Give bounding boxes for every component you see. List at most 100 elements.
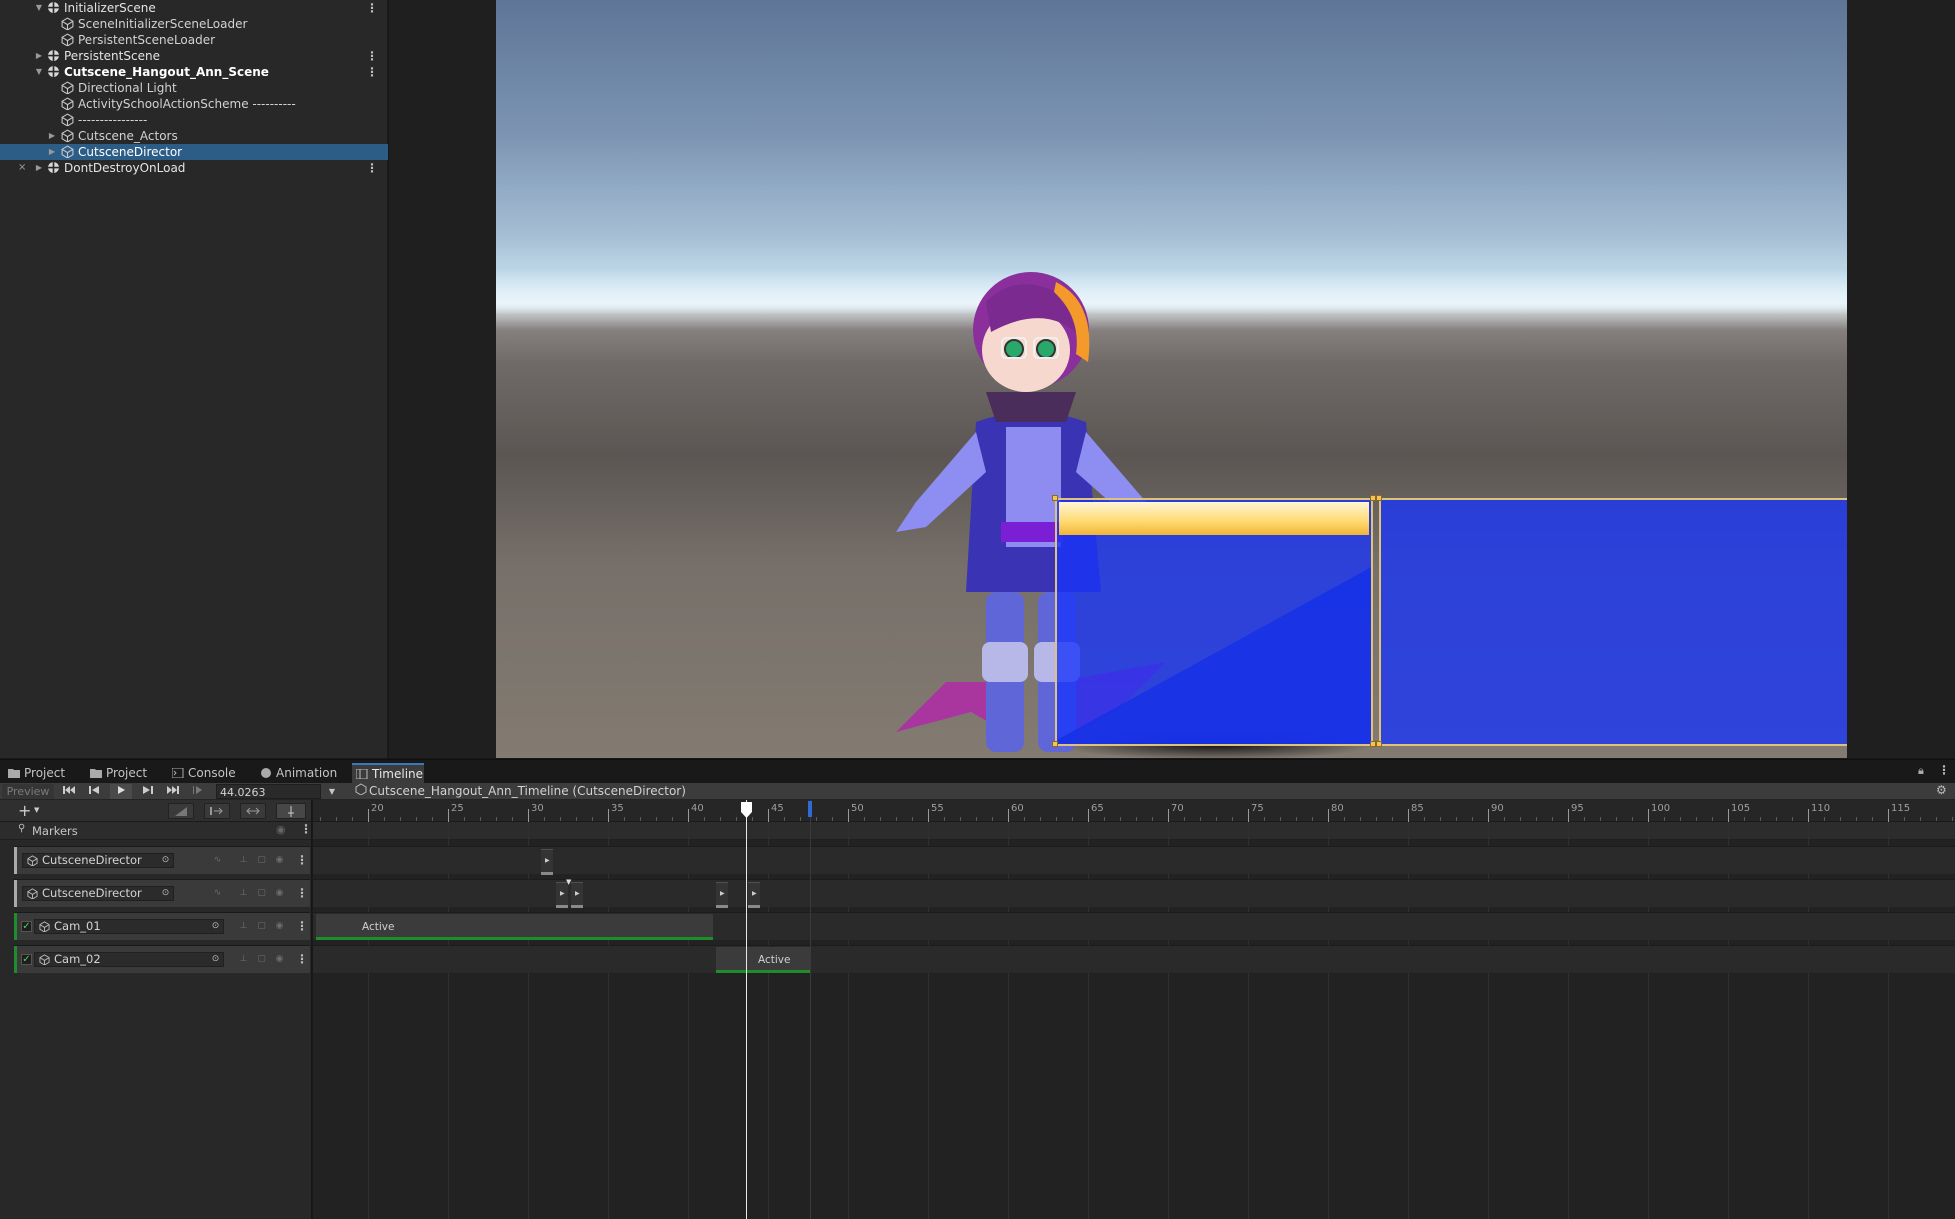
scene-menu-icon[interactable]: ⋮ bbox=[366, 0, 378, 16]
target-icon[interactable]: ⊙ bbox=[210, 954, 221, 965]
track-active-checkbox[interactable]: ✓ bbox=[21, 954, 32, 965]
add-track-button[interactable]: + bbox=[18, 801, 31, 820]
track-header-cutscene-director-2[interactable]: CutsceneDirector ⊙ ∿ ⊥ ▢ ◉ ⋮ bbox=[14, 879, 310, 907]
replace-mode-icon[interactable] bbox=[240, 803, 266, 819]
pin-icon[interactable]: ⊥ bbox=[238, 888, 249, 899]
next-frame-button[interactable] bbox=[138, 784, 156, 799]
tab-project-2[interactable]: Project bbox=[86, 763, 148, 784]
hierarchy-item-[interactable]: ---------------- bbox=[0, 112, 388, 128]
resize-handle[interactable] bbox=[1376, 495, 1382, 501]
pin-icon[interactable]: ⊥ bbox=[238, 921, 249, 932]
control-clip[interactable]: ▶ bbox=[748, 882, 760, 908]
go-to-start-button[interactable] bbox=[60, 784, 78, 799]
track-binding-field[interactable]: Cam_02 bbox=[34, 952, 224, 967]
lock-icon[interactable]: ▢ bbox=[256, 888, 267, 899]
visibility-hidden-icon[interactable]: ⨯ bbox=[18, 160, 26, 176]
preview-button[interactable]: Preview bbox=[2, 784, 54, 799]
ripple-mode-icon[interactable] bbox=[204, 803, 230, 819]
expand-arrow-open-icon[interactable]: ▼ bbox=[34, 0, 44, 16]
hierarchy-item-cutscene-hangout-ann-scene[interactable]: ▼ Cutscene_Hangout_Ann_Scene ⋮ bbox=[0, 64, 388, 80]
markers-menu-icon[interactable]: ⋮ bbox=[300, 822, 312, 836]
track-binding-field[interactable]: CutsceneDirector bbox=[22, 853, 174, 868]
eye-icon[interactable]: ◉ bbox=[274, 855, 285, 866]
lock-icon[interactable]: ▢ bbox=[256, 855, 267, 866]
hierarchy-item-activityschoolactionscheme[interactable]: ActivitySchoolActionScheme ---------- bbox=[0, 96, 388, 112]
eye-icon[interactable]: ◉ bbox=[274, 954, 285, 965]
control-clip[interactable]: ▶ bbox=[541, 849, 553, 875]
control-clip[interactable]: ▶ bbox=[571, 882, 583, 908]
hierarchy-item-persistentscene[interactable]: ▶ PersistentScene ⋮ bbox=[0, 48, 388, 64]
lock-icon[interactable]: ▢ bbox=[256, 954, 267, 965]
track-lane-cam-02[interactable]: Active bbox=[313, 945, 1955, 973]
hierarchy-item-sceneinitializersceneloader[interactable]: SceneInitializerSceneLoader bbox=[0, 16, 388, 32]
hierarchy-item-initializerscene[interactable]: ▼ InitializerScene ⋮ bbox=[0, 0, 388, 16]
pin-icon[interactable]: ⊥ bbox=[238, 954, 249, 965]
pin-icon[interactable] bbox=[276, 803, 306, 819]
playhead-handle[interactable] bbox=[740, 801, 753, 819]
lock-icon[interactable]: ▢ bbox=[256, 921, 267, 932]
time-format-dropdown[interactable]: ▼ bbox=[324, 784, 340, 799]
target-icon[interactable]: ⊙ bbox=[210, 921, 221, 932]
expand-arrow-closed-icon[interactable]: ▶ bbox=[47, 128, 57, 144]
play-button[interactable] bbox=[110, 784, 132, 799]
resize-handle[interactable] bbox=[1052, 495, 1058, 501]
lock-icon[interactable]: 🔒︎ bbox=[1918, 764, 1924, 778]
tab-menu-icon[interactable]: ⋮ bbox=[1938, 763, 1950, 777]
target-icon[interactable]: ⊙ bbox=[160, 855, 171, 866]
tab-console[interactable]: Console bbox=[168, 763, 236, 784]
expand-arrow-closed-icon[interactable]: ▶ bbox=[34, 48, 44, 64]
target-icon[interactable]: ⊙ bbox=[160, 888, 171, 899]
track-menu-icon[interactable]: ⋮ bbox=[296, 854, 308, 866]
snap-toggle-icon[interactable] bbox=[168, 803, 194, 819]
scene-menu-icon[interactable]: ⋮ bbox=[366, 64, 378, 80]
track-lane-cam-01[interactable]: Active bbox=[313, 912, 1955, 940]
chevron-down-icon[interactable]: ▼ bbox=[34, 806, 39, 814]
activation-clip[interactable]: Active bbox=[316, 914, 713, 940]
hierarchy-item-cutscene-actors[interactable]: ▶ Cutscene_Actors bbox=[0, 128, 388, 144]
tab-animation[interactable]: Animation bbox=[256, 763, 338, 784]
timeline-asset-path[interactable]: Cutscene_Hangout_Ann_Timeline (CutsceneD… bbox=[369, 784, 686, 798]
resize-handle[interactable] bbox=[1376, 741, 1382, 747]
track-header-cam-01[interactable]: ✓ Cam_01 ⊙ ⊥ ▢ ◉ ⋮ bbox=[14, 912, 310, 940]
track-lane-cutscene-director-2[interactable]: ▶ ▶ ▶ ▶ ▼ bbox=[313, 878, 1955, 908]
eye-icon[interactable]: ◉ bbox=[274, 888, 285, 899]
expand-arrow-closed-icon[interactable]: ▶ bbox=[34, 160, 44, 176]
track-header-cutscene-director-1[interactable]: CutsceneDirector ⊙ ∿ ⊥ ▢ ◉ ⋮ bbox=[14, 846, 310, 874]
tab-timeline[interactable]: Timeline bbox=[352, 763, 424, 784]
timeline-settings-icon[interactable]: ⚙ bbox=[1936, 783, 1947, 797]
scene-menu-icon[interactable]: ⋮ bbox=[366, 48, 378, 64]
track-menu-icon[interactable]: ⋮ bbox=[296, 920, 308, 932]
control-clip[interactable]: ▶ bbox=[716, 882, 728, 908]
timeline-clip-area[interactable]: 20 25 30 35 40 45 50 55 60 65 70 75 80 85 90 95 100 105 11… bbox=[313, 800, 1955, 1219]
timeline-end-marker[interactable] bbox=[808, 801, 812, 817]
track-menu-icon[interactable]: ⋮ bbox=[296, 887, 308, 899]
scene-menu-icon[interactable]: ⋮ bbox=[366, 160, 378, 176]
track-lane-cutscene-director-1[interactable]: ▶ bbox=[313, 846, 1955, 875]
expand-arrow-closed-icon[interactable]: ▶ bbox=[47, 144, 57, 160]
hierarchy-item-dontdestroyonload[interactable]: ▶ DontDestroyOnLoad ⋮ ⨯ bbox=[0, 160, 388, 176]
play-range-button[interactable] bbox=[190, 784, 208, 799]
track-binding-field[interactable]: CutsceneDirector bbox=[22, 886, 174, 901]
tab-project[interactable]: Project bbox=[4, 763, 66, 784]
activation-clip[interactable]: Active bbox=[716, 947, 810, 973]
eye-icon[interactable]: ◉ bbox=[274, 921, 285, 932]
eye-icon[interactable]: ◉ bbox=[276, 823, 286, 836]
hierarchy-item-persistentsceneloader[interactable]: PersistentSceneLoader bbox=[0, 32, 388, 48]
hierarchy-item-directional-light[interactable]: Directional Light bbox=[0, 80, 388, 96]
pin-icon[interactable]: ⊥ bbox=[238, 855, 249, 866]
previous-frame-button[interactable] bbox=[86, 784, 104, 799]
game-view-render[interactable] bbox=[496, 0, 1847, 758]
current-time-field[interactable]: 44.0263 bbox=[216, 784, 321, 799]
markers-lane[interactable] bbox=[313, 822, 1955, 840]
track-header-cam-02[interactable]: ✓ Cam_02 ⊙ ⊥ ▢ ◉ ⋮ bbox=[14, 945, 310, 973]
expand-arrow-open-icon[interactable]: ▼ bbox=[34, 64, 44, 80]
curves-icon[interactable]: ∿ bbox=[212, 888, 223, 899]
go-to-end-button[interactable] bbox=[164, 784, 182, 799]
track-binding-field[interactable]: Cam_01 bbox=[34, 919, 224, 934]
hierarchy-item-cutscenedirector[interactable]: ▶ CutsceneDirector bbox=[0, 144, 388, 160]
track-menu-icon[interactable]: ⋮ bbox=[296, 953, 308, 965]
curves-icon[interactable]: ∿ bbox=[212, 855, 223, 866]
time-ruler[interactable]: 20 25 30 35 40 45 50 55 60 65 70 75 80 85 90 95 100 105 11… bbox=[313, 800, 1955, 822]
resize-handle[interactable] bbox=[1052, 741, 1058, 747]
track-active-checkbox[interactable]: ✓ bbox=[21, 921, 32, 932]
